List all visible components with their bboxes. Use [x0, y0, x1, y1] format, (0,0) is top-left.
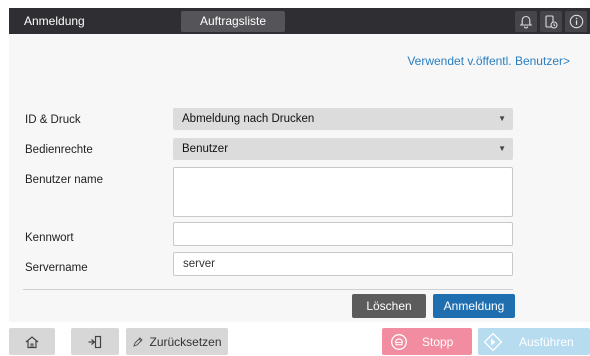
username-field[interactable] [173, 167, 513, 217]
start-label: Ausführen [519, 334, 574, 349]
clear-button[interactable]: Löschen [352, 294, 426, 318]
servername-label: Servername [25, 262, 88, 274]
tab-job-list[interactable]: Auftragsliste [181, 11, 285, 32]
home-button[interactable] [9, 328, 55, 355]
permissions-select[interactable]: Benutzer ▼ [173, 138, 513, 160]
start-button[interactable]: Ausführen [478, 328, 590, 355]
pencil-icon [133, 336, 144, 347]
device-icon [545, 14, 558, 29]
stop-button[interactable]: Stopp [382, 328, 472, 355]
home-icon [25, 335, 39, 348]
reset-label: Zurücksetzen [149, 334, 222, 349]
permissions-value: Benutzer [182, 143, 229, 155]
logout-button[interactable] [71, 328, 119, 355]
divider [23, 289, 513, 290]
stop-label: Stopp [422, 334, 454, 349]
permissions-label: Bedienrechte [25, 144, 93, 156]
servername-field[interactable]: server [173, 252, 513, 276]
logout-icon [88, 335, 102, 348]
device-status-button[interactable] [540, 11, 562, 32]
login-button[interactable]: Anmeldung [433, 294, 515, 318]
info-icon [569, 14, 583, 29]
bottom-bar: Zurücksetzen Stopp Ausführen [0, 322, 590, 356]
username-label: Benutzer name [25, 174, 103, 186]
notifications-button[interactable] [515, 11, 537, 32]
top-bar: Anmeldung Auftragsliste [9, 8, 590, 34]
id-print-value: Abmeldung nach Drucken [182, 113, 315, 125]
id-print-label: ID & Druck [25, 114, 81, 126]
bell-icon [519, 15, 533, 28]
dropdown-arrow-icon: ▼ [498, 144, 506, 153]
start-icon [483, 332, 503, 351]
password-field[interactable] [173, 222, 513, 246]
login-panel: Verwendet v.öffentl. Benutzer> ID & Druc… [9, 34, 590, 322]
stop-icon [391, 333, 407, 350]
password-label: Kennwort [25, 232, 74, 244]
id-print-select[interactable]: Abmeldung nach Drucken ▼ [173, 108, 513, 130]
reset-button[interactable]: Zurücksetzen [126, 328, 228, 355]
info-button[interactable] [565, 11, 587, 32]
dropdown-arrow-icon: ▼ [498, 114, 506, 123]
public-user-link[interactable]: Verwendet v.öffentl. Benutzer> [407, 54, 570, 68]
page-title: Anmeldung [24, 14, 85, 28]
